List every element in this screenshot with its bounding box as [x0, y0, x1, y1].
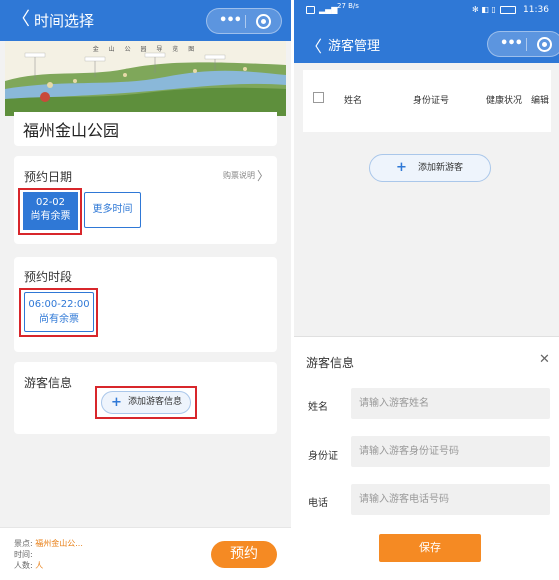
column-health: 健康状况 — [486, 96, 523, 106]
id-card-input[interactable]: 请输入游客身份证号码 — [351, 436, 550, 467]
visitor-info-form: 游客信息 ✕ 姓名 请输入游客姓名 身份证 请输入游客身份证号码 电话 请输入游… — [294, 336, 559, 580]
time-slot-card: 预约时段 06:00-22:00 尚有余票 — [14, 257, 277, 352]
add-new-visitor-button[interactable]: + 添加新游客 — [369, 154, 491, 182]
visitor-card: 游客信息 + 添加游客信息 — [14, 362, 277, 434]
add-visitor-label: 添加游客信息 — [128, 397, 183, 407]
back-icon-2[interactable]: 〈 — [306, 33, 322, 57]
time-row: 时间: — [14, 549, 33, 560]
visitor-section-title: 游客信息 — [24, 376, 73, 390]
spot-value: 福州金山公... — [35, 539, 83, 548]
signal-icon: ▂▄▆ — [319, 5, 338, 14]
date-ticket-status: 尚有余票 — [30, 211, 71, 222]
plus-icon: + — [111, 395, 122, 410]
column-id: 身份证号 — [413, 96, 450, 106]
page-title-2: 游客管理 — [328, 39, 381, 54]
close-mini-program-icon-2[interactable] — [537, 37, 552, 52]
phone-label: 电话 — [308, 498, 328, 509]
column-edit: 编辑 — [531, 96, 550, 106]
capsule-divider — [245, 15, 246, 28]
ticket-notice-link[interactable]: 购票说明 — [223, 170, 255, 181]
add-new-visitor-label: 添加新游客 — [418, 163, 464, 173]
more-menu-icon-2[interactable]: ••• — [498, 36, 524, 52]
book-button[interactable]: 预约 — [211, 541, 277, 568]
visitor-table-header: 姓名 身份证号 健康状况 编辑 — [303, 70, 551, 132]
spot-label: 景点: — [14, 539, 33, 548]
clock-time: 11:36 — [523, 5, 549, 15]
booking-footer: 景点: 福州金山公... 时间: 人数: 人 预约 — [0, 527, 291, 580]
date-option-selected[interactable]: 02-02 尚有余票 — [23, 192, 78, 230]
phone-input[interactable]: 请输入游客电话号码 — [351, 484, 550, 515]
nav-bar-2: 〈 游客管理 ••• — [294, 23, 559, 63]
capsule-divider-2 — [526, 38, 527, 51]
park-name: 福州金山公园 — [23, 121, 120, 140]
name-label: 姓名 — [308, 402, 328, 413]
column-name: 姓名 — [344, 96, 363, 106]
status-bar: ▂▄▆ 27 B/s ✻ ◧ ▯ 11:36 — [294, 0, 559, 23]
notification-icon — [306, 6, 315, 14]
people-value: 人 — [35, 561, 44, 570]
more-time-button[interactable]: 更多时间 — [84, 192, 141, 228]
form-title: 游客信息 — [306, 356, 355, 370]
network-speed: 27 B/s — [337, 2, 359, 10]
save-button[interactable]: 保存 — [379, 534, 481, 562]
park-name-card: 福州金山公园 — [14, 112, 277, 146]
time-slot-value: 06:00-22:00 — [28, 299, 90, 310]
select-all-checkbox[interactable] — [313, 92, 324, 103]
battery-icon — [500, 6, 516, 14]
time-section-title: 预约时段 — [24, 270, 73, 284]
people-label: 人数: — [14, 561, 33, 570]
back-icon[interactable]: 〈 — [12, 10, 30, 30]
page-title: 时间选择 — [34, 12, 95, 30]
time-slot-status: 尚有余票 — [39, 314, 79, 325]
add-visitor-info-button[interactable]: + 添加游客信息 — [101, 391, 191, 414]
mini-program-capsule-2: ••• — [487, 31, 559, 57]
date-card: 预约日期 购票说明 〉 02-02 尚有余票 更多时间 — [14, 156, 277, 244]
visitor-management-screen: ▂▄▆ 27 B/s ✻ ◧ ▯ 11:36 〈 游客管理 ••• 姓名 身份证… — [294, 0, 559, 580]
mini-program-capsule: ••• — [206, 8, 282, 34]
close-icon[interactable]: ✕ — [539, 352, 550, 367]
status-icons: ✻ ◧ ▯ — [472, 5, 496, 14]
spot-row: 景点: 福州金山公... — [14, 538, 83, 549]
nav-bar: 〈 时间选择 ••• — [0, 0, 291, 41]
date-section-title: 预约日期 — [24, 170, 73, 184]
chevron-right-icon: 〉 — [256, 169, 269, 183]
time-slot-option[interactable]: 06:00-22:00 尚有余票 — [24, 292, 94, 332]
date-value: 02-02 — [35, 197, 66, 208]
park-map-image: 金 山 公 园 导 览 图 — [5, 41, 286, 116]
time-selection-screen: 〈 时间选择 ••• 金 山 公 园 导 览 图 福州金山公园 预约日期 购票说… — [0, 0, 291, 580]
id-card-label: 身份证 — [308, 451, 338, 462]
more-menu-icon[interactable]: ••• — [217, 13, 243, 29]
map-caption: 金 山 公 园 导 览 图 — [92, 46, 199, 53]
close-mini-program-icon[interactable] — [256, 14, 271, 29]
people-row: 人数: 人 — [14, 560, 43, 571]
screenshot-root: 〈 时间选择 ••• 金 山 公 园 导 览 图 福州金山公园 预约日期 购票说… — [0, 0, 559, 580]
time-label: 时间: — [14, 550, 33, 559]
plus-icon-2: + — [396, 160, 407, 175]
name-input[interactable]: 请输入游客姓名 — [351, 388, 550, 419]
